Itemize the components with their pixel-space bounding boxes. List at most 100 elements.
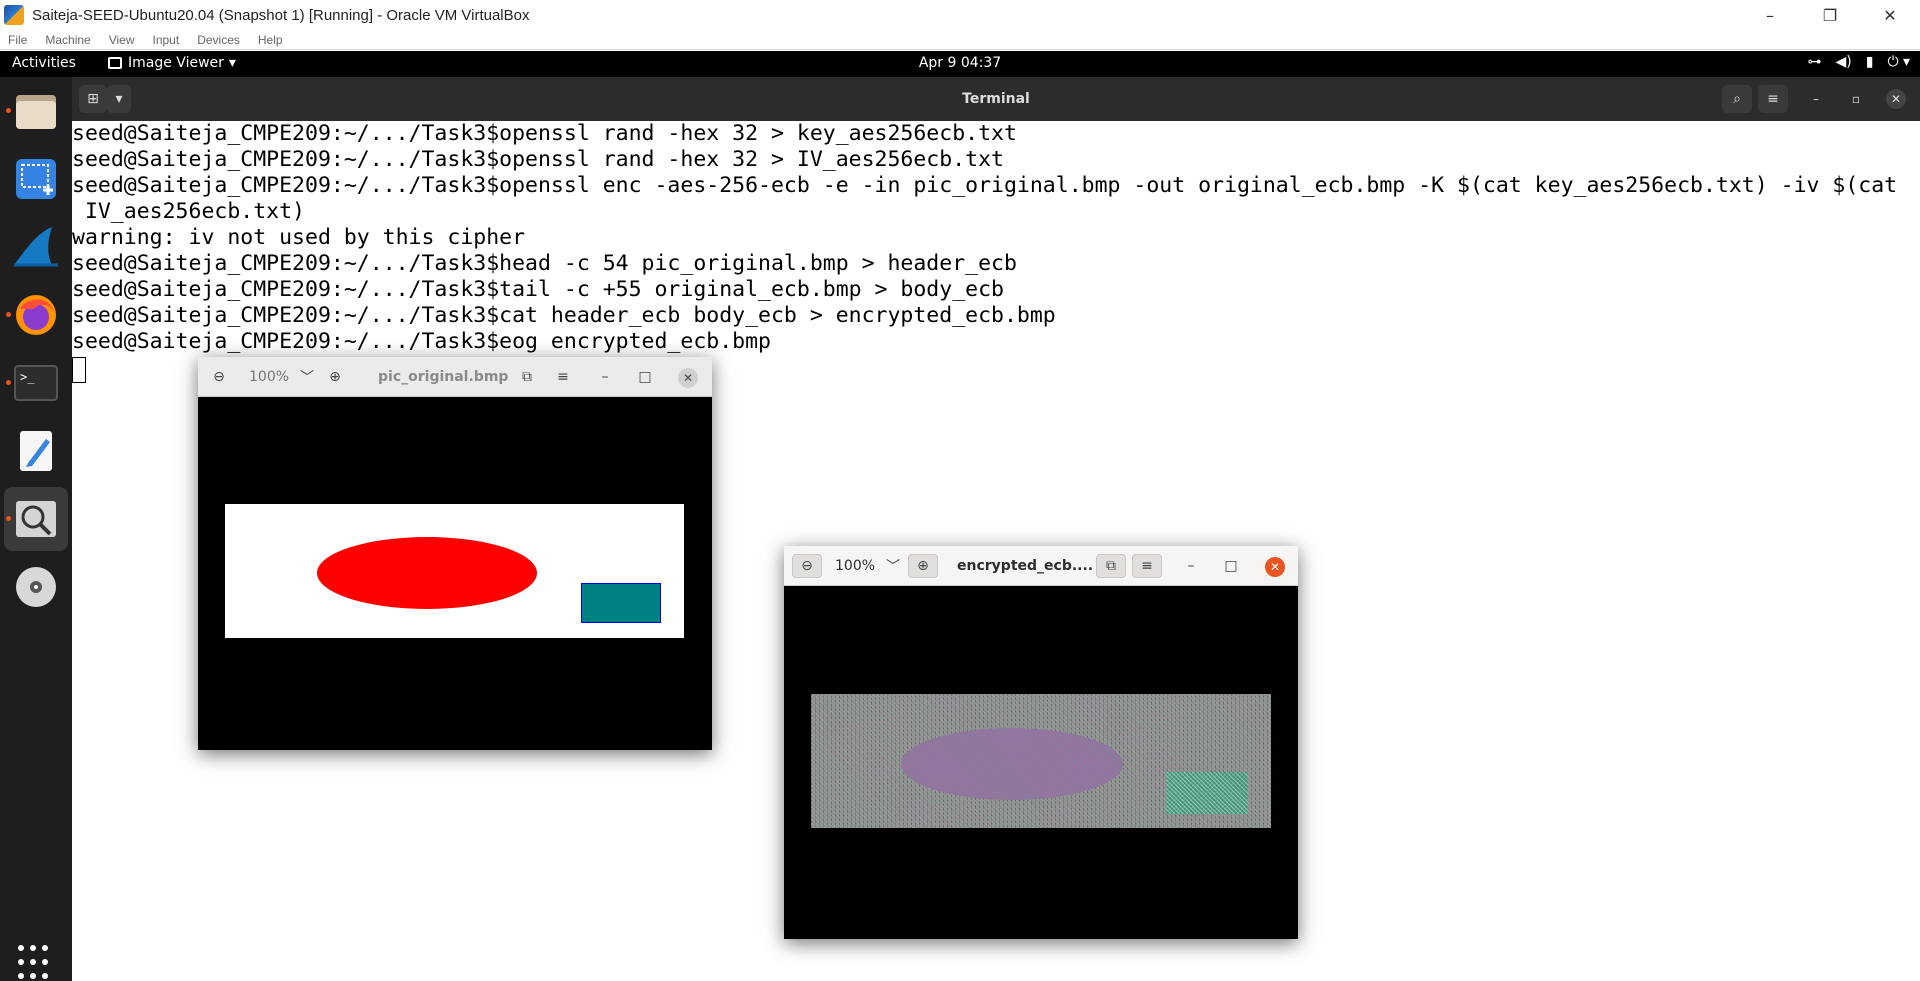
show-applications-button[interactable]: [18, 945, 54, 981]
search-icon: ⌕: [1733, 91, 1741, 107]
restore-icon: ❐: [1822, 5, 1838, 25]
dock-item-wireshark[interactable]: [4, 215, 68, 279]
zoom-dropdown-button[interactable]: ﹀: [880, 554, 906, 578]
viewer-minimize-button[interactable]: –: [1178, 554, 1204, 578]
encrypted-rectangle-pattern: [1166, 772, 1248, 814]
folder-icon: [16, 95, 56, 129]
encrypted-image: [811, 694, 1271, 828]
terminal-icon: >_: [14, 365, 58, 401]
hamburger-icon: ≡: [557, 369, 569, 385]
app-menu[interactable]: Image Viewer ▾: [108, 55, 236, 71]
dock-item-disc[interactable]: [4, 555, 68, 619]
app-menu-label: Image Viewer: [128, 55, 224, 71]
image-canvas[interactable]: [784, 586, 1298, 939]
terminal-menu-button[interactable]: ≡: [1758, 85, 1788, 113]
chevron-down-icon: ﹀: [886, 559, 900, 575]
vbox-minimize-button[interactable]: –: [1740, 0, 1800, 30]
menu-help[interactable]: Help: [258, 33, 283, 47]
power-icon: ⏻ ▾: [1887, 54, 1910, 70]
dock-item-terminal[interactable]: >_: [4, 351, 68, 415]
firefox-icon: [16, 295, 56, 335]
vbox-window-title: Saiteja-SEED-Ubuntu20.04 (Snapshot 1) [R…: [32, 6, 530, 24]
terminal-search-button[interactable]: ⌕: [1722, 85, 1752, 113]
guest-display: Activities Image Viewer ▾ Apr 9 04:37 ⊶ …: [0, 51, 1920, 981]
close-icon: ✕: [1890, 92, 1902, 106]
terminal-close-button[interactable]: ✕: [1886, 89, 1906, 109]
vbox-titlebar: Saiteja-SEED-Ubuntu20.04 (Snapshot 1) [R…: [0, 0, 1920, 30]
teal-rectangle: [581, 583, 661, 623]
terminal-line: seed@Saiteja_CMPE209:~/.../Task3$cat hea…: [72, 303, 1056, 328]
clock[interactable]: Apr 9 04:37: [919, 55, 1001, 71]
terminal-minimize-button[interactable]: –: [1806, 89, 1826, 109]
dock-item-screenshot[interactable]: [4, 147, 68, 211]
terminal-line: seed@Saiteja_CMPE209:~/.../Task3$head -c…: [72, 251, 1017, 276]
viewer-menu-button[interactable]: ≡: [1132, 554, 1162, 578]
menu-input[interactable]: Input: [153, 33, 180, 47]
viewer-close-button[interactable]: ✕: [1265, 557, 1285, 577]
gnome-top-bar: Activities Image Viewer ▾ Apr 9 04:37 ⊶ …: [0, 51, 1920, 77]
vbox-restore-button[interactable]: ❐: [1800, 0, 1860, 30]
maximize-icon: □: [1224, 558, 1238, 574]
wireshark-icon: [14, 227, 58, 267]
running-indicator: [6, 108, 11, 113]
dock-item-image-viewer[interactable]: [4, 487, 68, 551]
vbox-menubar: File Machine View Input Devices Help: [0, 30, 1920, 50]
viewer-header: ⊖ 100% ﹀ ⊕ encrypted_ecb.... ⧉ ≡ – □ ✕: [784, 546, 1298, 586]
image-viewer-icon: [108, 57, 122, 69]
zoom-in-button[interactable]: ⊕: [322, 365, 348, 389]
dock-item-firefox[interactable]: [4, 283, 68, 347]
terminal-line: seed@Saiteja_CMPE209:~/.../Task3$eog enc…: [72, 329, 771, 354]
gallery-button[interactable]: ⧉: [1096, 554, 1126, 578]
image-canvas[interactable]: [198, 397, 712, 750]
zoom-out-icon: ⊖: [801, 558, 813, 574]
viewer-menu-button[interactable]: ≡: [550, 365, 576, 389]
status-area[interactable]: ⊶ ◀) ▮ ⏻ ▾: [1807, 54, 1910, 70]
terminal-line: IV_aes256ecb.txt): [72, 199, 305, 224]
minimize-icon: –: [1813, 92, 1819, 106]
running-indicator: [6, 380, 11, 385]
zoom-dropdown-button[interactable]: ﹀: [294, 365, 320, 389]
zoom-out-icon: ⊖: [213, 369, 225, 385]
minimize-icon: –: [1766, 5, 1774, 25]
text-editor-icon: [20, 431, 52, 471]
running-indicator: [6, 312, 11, 317]
maximize-icon: ▫: [1851, 92, 1861, 106]
chevron-down-icon: ▾: [228, 55, 236, 71]
image-viewer-icon: [16, 501, 56, 537]
activities-button[interactable]: Activities: [12, 55, 76, 71]
zoom-out-button[interactable]: ⊖: [792, 554, 822, 578]
dock-item-text-editor[interactable]: [4, 419, 68, 483]
network-icon: ⊶: [1807, 54, 1822, 70]
terminal-line: seed@Saiteja_CMPE209:~/.../Task3$openssl…: [72, 121, 1017, 146]
zoom-level[interactable]: 100%: [835, 558, 875, 574]
screenshot-icon: [16, 159, 56, 199]
viewer-minimize-button[interactable]: –: [592, 365, 618, 389]
menu-devices[interactable]: Devices: [197, 33, 240, 47]
zoom-in-icon: ⊕: [329, 369, 341, 385]
menu-view[interactable]: View: [109, 33, 135, 47]
minimize-icon: –: [1187, 558, 1195, 574]
viewer-maximize-button[interactable]: □: [1218, 554, 1244, 578]
menu-machine[interactable]: Machine: [45, 33, 90, 47]
terminal-cursor: [72, 357, 86, 383]
zoom-level[interactable]: 100%: [249, 369, 289, 385]
vbox-close-button[interactable]: ✕: [1860, 0, 1920, 30]
viewer-maximize-button[interactable]: □: [632, 365, 658, 389]
terminal-maximize-button[interactable]: ▫: [1846, 89, 1866, 109]
zoom-out-button[interactable]: ⊖: [206, 365, 232, 389]
menu-file[interactable]: File: [8, 33, 27, 47]
red-ellipse: [317, 537, 537, 609]
gallery-button[interactable]: ⧉: [514, 365, 540, 389]
viewer-close-button[interactable]: ✕: [678, 368, 698, 388]
minimize-icon: –: [601, 369, 609, 385]
zoom-in-button[interactable]: ⊕: [908, 554, 938, 578]
zoom-in-icon: ⊕: [917, 558, 929, 574]
viewer-header: ⊖ 100% ﹀ ⊕ pic_original.bmp ⧉ ≡ – □ ✕: [198, 357, 712, 397]
close-icon: ✕: [1883, 5, 1897, 25]
gallery-icon: ⧉: [1106, 558, 1116, 574]
running-indicator: [6, 516, 11, 521]
hamburger-icon: ≡: [1141, 558, 1153, 574]
dock-item-files[interactable]: [4, 79, 68, 143]
disc-icon: [16, 567, 56, 607]
chevron-down-icon: ﹀: [300, 370, 314, 386]
